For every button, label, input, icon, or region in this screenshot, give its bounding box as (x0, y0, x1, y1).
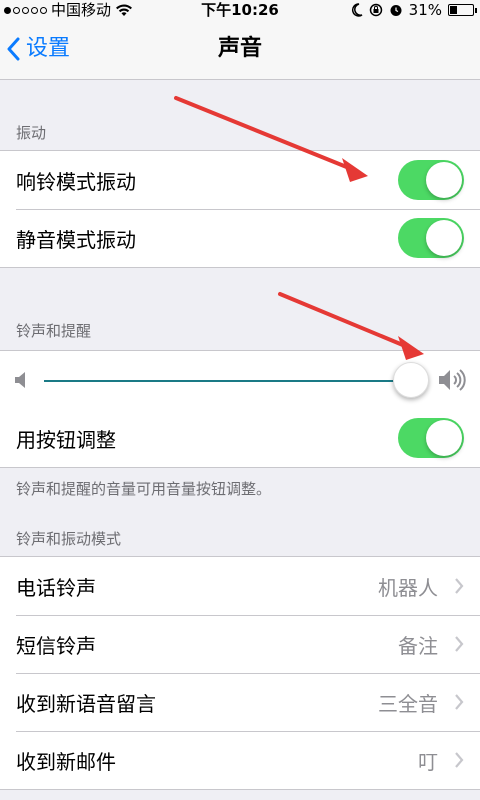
new-mail-value: 叮 (418, 749, 438, 774)
speaker-low-icon (15, 372, 25, 388)
patterns-section-header: 铃声和振动模式 (16, 530, 122, 548)
ringtone-label: 电话铃声 (16, 575, 96, 600)
new-voicemail-row[interactable]: 收到新语音留言 三全音 (0, 673, 480, 731)
page-title: 声音 (217, 36, 262, 61)
ringer-group: 用按钮调整 (0, 350, 480, 468)
vibrate-on-silent-row: 静音模式振动 (0, 209, 480, 267)
carrier-name: 中国移动 (51, 1, 112, 19)
status-right: 31% (351, 0, 477, 20)
rotation-lock-icon (369, 3, 382, 17)
ringer-volume-slider[interactable] (44, 380, 422, 382)
new-mail-row[interactable]: 收到新邮件 叮 (0, 731, 480, 789)
slider-thumb[interactable] (392, 362, 429, 398)
slider-filled-track (44, 380, 411, 382)
chevron-right-icon (455, 636, 464, 652)
text-tone-value: 备注 (398, 633, 438, 658)
vibrate-section-header: 振动 (16, 124, 47, 142)
vibrate-on-ring-row: 响铃模式振动 (0, 151, 480, 209)
navigation-bar: 设置 声音 (0, 20, 480, 80)
back-button[interactable]: 设置 (6, 34, 70, 64)
back-button-label: 设置 (26, 36, 71, 61)
vibrate-on-silent-toggle[interactable] (398, 218, 464, 258)
chevron-right-icon (455, 752, 464, 768)
text-tone-label: 短信铃声 (16, 633, 96, 658)
ringtone-row[interactable]: 电话铃声 机器人 (0, 557, 480, 615)
wifi-icon (116, 4, 133, 16)
vibrate-on-ring-toggle[interactable] (398, 160, 464, 200)
status-left: 中国移动 (4, 0, 133, 20)
chevron-right-icon (455, 578, 464, 594)
toggle-knob (426, 420, 462, 456)
moon-icon (351, 3, 363, 17)
ringer-section-header: 铃声和提醒 (16, 322, 92, 340)
status-bar: 中国移动 下午10:26 31% (0, 0, 480, 20)
speaker-high-icon (439, 369, 466, 391)
patterns-group: 电话铃声 机器人 短信铃声 备注 收到新语音留言 三全音 收到新邮件 叮 (0, 556, 480, 790)
new-mail-label: 收到新邮件 (16, 749, 116, 774)
vibrate-on-silent-label: 静音模式振动 (16, 227, 136, 252)
ringtone-value: 机器人 (378, 575, 438, 600)
change-with-buttons-row: 用按钮调整 (0, 409, 480, 467)
battery-percent: 31% (408, 1, 442, 19)
back-chevron-icon (7, 37, 20, 61)
toggle-knob (426, 162, 462, 198)
new-voicemail-label: 收到新语音留言 (16, 691, 156, 716)
chevron-right-icon (455, 694, 464, 710)
text-tone-row[interactable]: 短信铃声 备注 (0, 615, 480, 673)
change-with-buttons-label: 用按钮调整 (16, 427, 116, 452)
change-with-buttons-toggle[interactable] (398, 418, 464, 458)
ringer-volume-row (0, 351, 480, 409)
alarm-icon (390, 5, 402, 16)
vibrate-on-ring-label: 响铃模式振动 (16, 169, 136, 194)
new-voicemail-value: 三全音 (378, 691, 438, 716)
battery-icon (448, 4, 477, 16)
vibrate-group: 响铃模式振动 静音模式振动 (0, 150, 480, 268)
signal-strength-icon (4, 6, 47, 14)
toggle-knob (426, 220, 462, 256)
battery-fill (450, 6, 457, 14)
ringer-footer-note: 铃声和提醒的音量可用音量按钮调整。 (16, 480, 272, 498)
